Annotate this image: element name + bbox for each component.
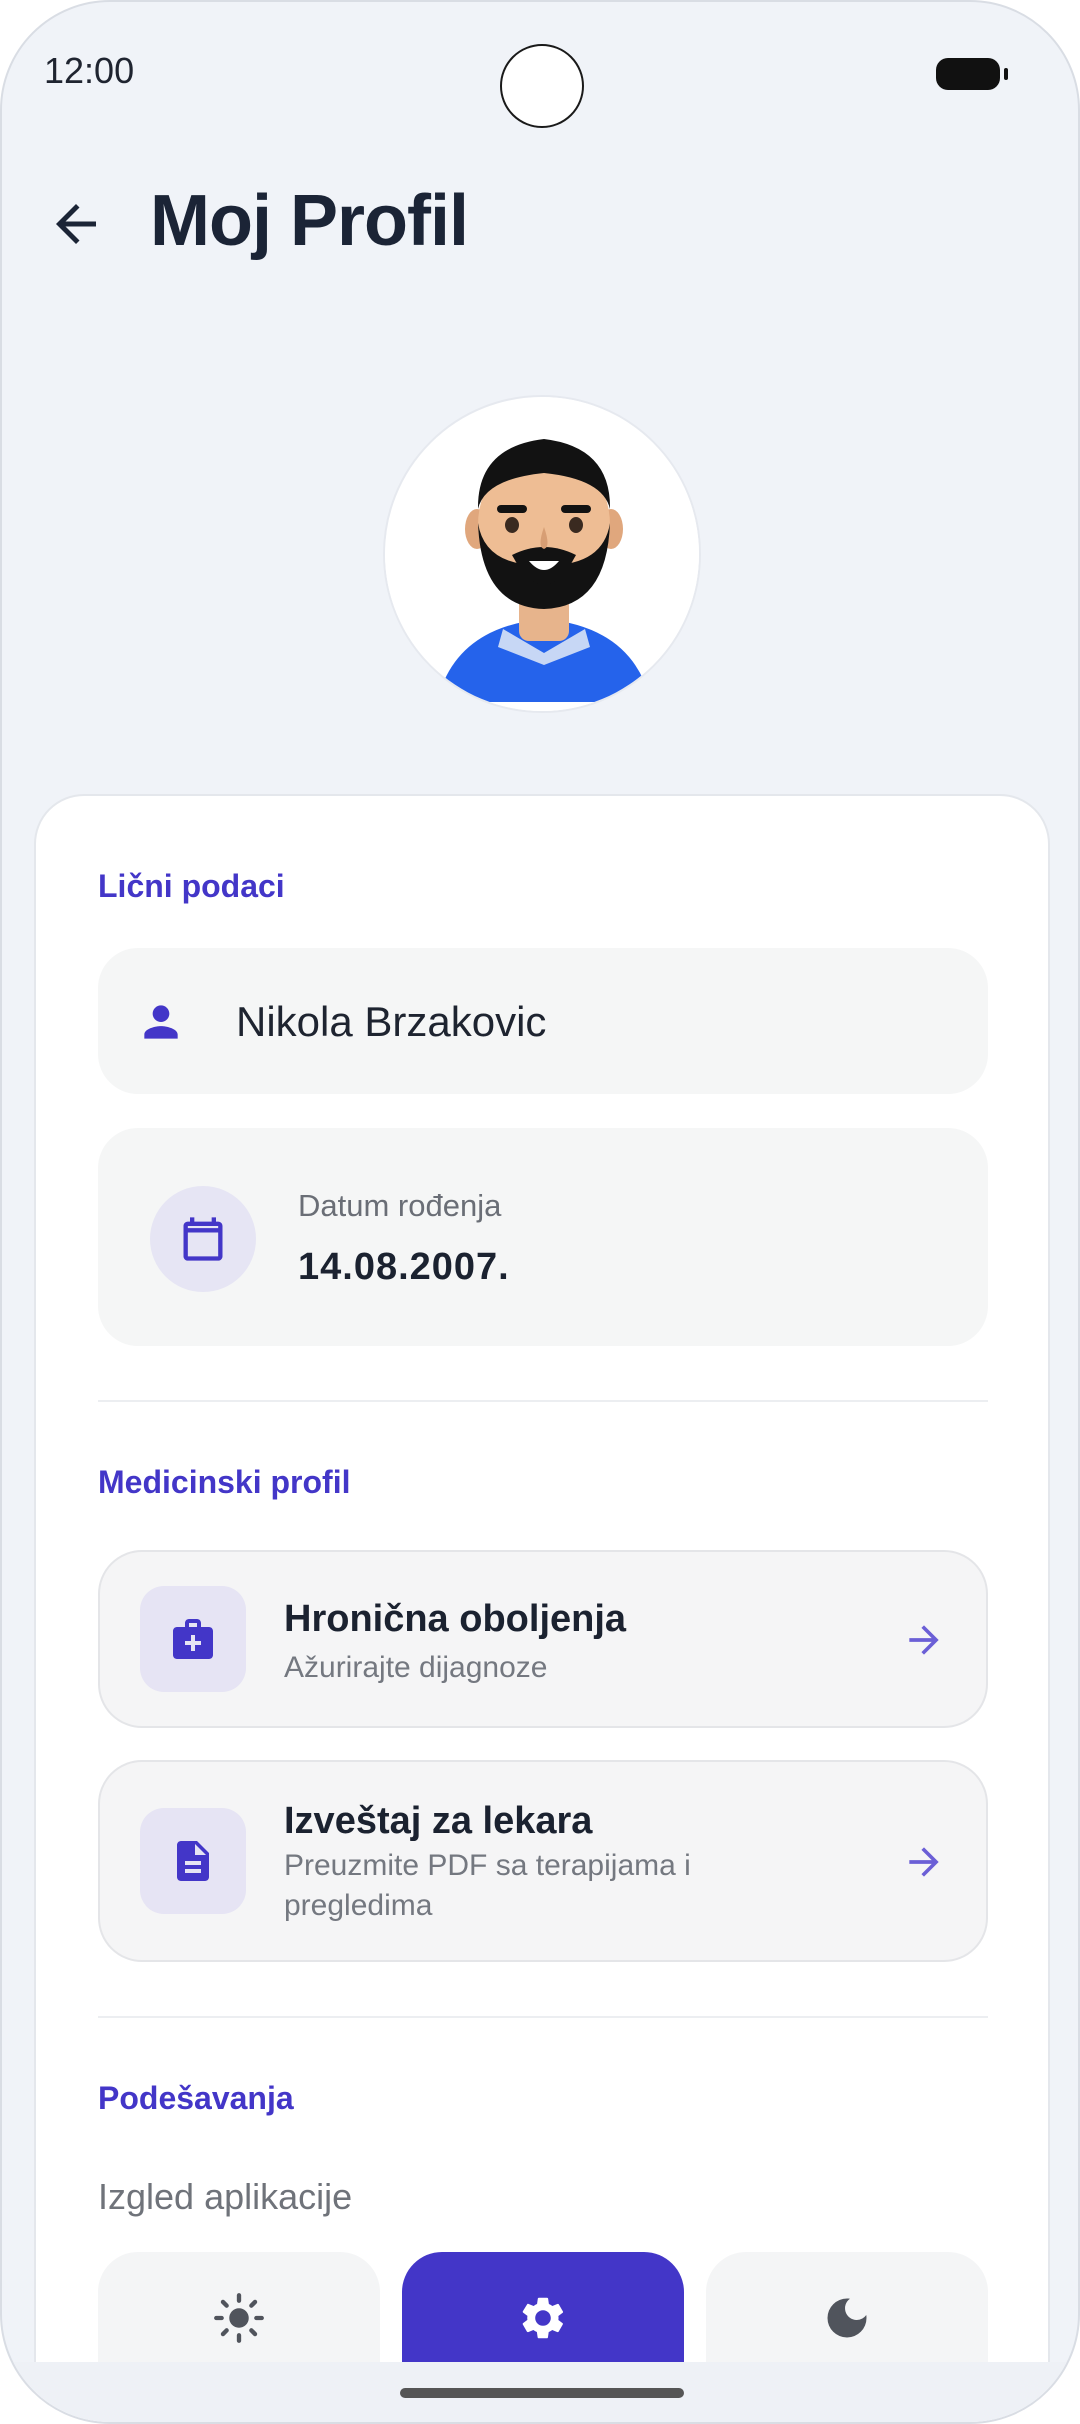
menu-item-subtitle: Preuzmite PDF sa terapijama i pregledima [284, 1849, 691, 1922]
arrow-right-icon [909, 1625, 939, 1655]
chronic-diseases-item[interactable]: Hronična oboljenja Ažurirajte dijagnoze [98, 1550, 988, 1728]
user-name: Nikola Brzakovic [236, 998, 547, 1045]
appearance-label: Izgled aplikacije [98, 2176, 353, 2217]
document-icon [177, 1841, 209, 1881]
avatar-illustration [385, 397, 699, 711]
status-time: 12:00 [44, 50, 135, 91]
back-arrow-icon[interactable] [46, 194, 106, 254]
birthdate-label: Datum rođenja [298, 1188, 502, 1223]
gear-icon [522, 2297, 564, 2339]
menu-item-subtitle: Ažurirajte dijagnoze [284, 1651, 548, 1684]
birthdate-value: 14.08.2007. [298, 1246, 510, 1288]
divider [98, 2016, 988, 2018]
section-settings: Podešavanja [98, 2080, 294, 2116]
menu-item-title: Hronična oboljenja [284, 1598, 627, 1640]
section-personal-data: Lični podaci [98, 868, 285, 904]
profile-card: Lični podaci Nikola Brzakovic Datum rođe… [34, 794, 1050, 2422]
person-icon [144, 1005, 178, 1039]
home-indicator[interactable] [400, 2388, 684, 2398]
avatar[interactable] [383, 395, 701, 713]
calendar-icon [183, 1217, 223, 1261]
moon-icon [827, 2298, 867, 2338]
calendar-icon-container [150, 1186, 256, 1292]
section-medical-profile: Medicinski profil [98, 1464, 351, 1500]
name-field[interactable]: Nikola Brzakovic [98, 948, 988, 1094]
sun-icon [214, 2293, 264, 2343]
phone-screen: 12:00 Moj Profil Lični podaci Nikola Brz… [0, 0, 1080, 2424]
medical-bag-icon-container [140, 1586, 246, 1692]
divider [98, 1400, 988, 1402]
page-title: Moj Profil [150, 181, 469, 261]
doctor-report-item[interactable]: Izveštaj za lekara Preuzmite PDF sa tera… [98, 1760, 988, 1962]
arrow-right-icon [909, 1847, 939, 1877]
medical-bag-icon [173, 1619, 213, 1659]
menu-item-title: Izveštaj za lekara [284, 1800, 593, 1842]
battery-icon [936, 58, 1008, 90]
birthdate-field[interactable]: Datum rođenja 14.08.2007. [98, 1128, 988, 1346]
document-icon-container [140, 1808, 246, 1914]
camera-cutout [500, 44, 584, 128]
